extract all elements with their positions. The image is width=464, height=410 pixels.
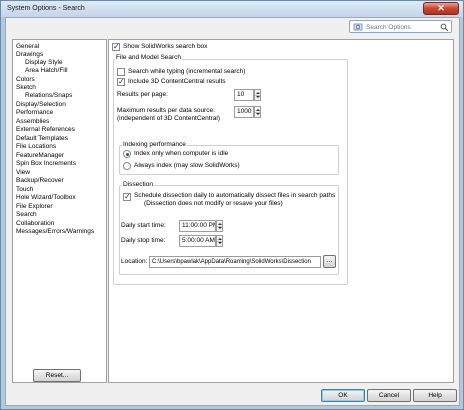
search-options-icon (353, 23, 363, 31)
options-tree: General Drawings Display Style Area Hatc… (12, 39, 107, 383)
max-results-label: Maximum results per data source: (117, 107, 215, 114)
max-results-spinner[interactable] (254, 106, 261, 118)
tree-item-sketch[interactable]: Sketch (16, 84, 36, 92)
tree-item-backup-recover[interactable]: Backup/Recover (16, 177, 64, 185)
browse-location-button[interactable]: ... (323, 255, 336, 268)
tree-item-messages-errors-warnings[interactable]: Messages/Errors/Warnings (16, 228, 94, 236)
system-options-window: System Options - Search ✕ General Drawin… (0, 0, 464, 410)
tree-item-external-references[interactable]: External References (16, 126, 75, 134)
tree-item-search[interactable]: Search (16, 211, 37, 219)
results-per-page-spinner[interactable] (254, 89, 261, 101)
tree-item-display-selection[interactable]: Display/Selection (16, 101, 66, 109)
index-when-idle-radio[interactable] (123, 150, 131, 158)
show-search-box-checkbox[interactable] (112, 42, 120, 51)
max-results-input[interactable]: 1000 (234, 106, 254, 118)
tree-item-touch[interactable]: Touch (16, 186, 33, 194)
tree-item-view[interactable]: View (16, 169, 30, 177)
include-3d-contentcentral-label: Include 3D ContentCentral results (128, 78, 226, 85)
include-3d-contentcentral-checkbox[interactable] (117, 77, 125, 86)
tree-item-relations-snaps[interactable]: Relations/Snaps (25, 92, 72, 100)
stop-time-spinner[interactable] (216, 235, 223, 247)
title-bar: System Options - Search ✕ (1, 1, 463, 17)
tree-item-hole-wizard-toolbox[interactable]: Hole Wizard/Toolbox (16, 194, 76, 202)
tree-item-collaboration[interactable]: Collaboration (16, 220, 54, 228)
tree-item-featuremanager[interactable]: FeatureManager (16, 152, 64, 160)
stop-time-input[interactable]: 5:00:00 AM (179, 235, 216, 247)
location-input[interactable]: C:\Users\bpawlak\AppData\Roaming\SolidWo… (149, 256, 321, 268)
location-label: Location: (121, 258, 148, 265)
dissection-title: Dissection (122, 181, 154, 189)
start-time-input[interactable]: 11:00:00 PM (179, 220, 216, 232)
results-per-page-input[interactable]: 10 (234, 89, 254, 101)
help-button[interactable]: Help (413, 389, 457, 402)
schedule-dissection-label: Schedule dissection daily to automatical… (134, 192, 336, 199)
tree-item-colors[interactable]: Colors (16, 76, 35, 84)
schedule-dissection-checkbox[interactable] (123, 192, 131, 201)
index-when-idle-label: Index only when computer is idle (134, 150, 229, 157)
dialog-body: General Drawings Display Style Area Hatc… (5, 17, 460, 406)
max-results-sublabel: (independent of 3D ContentCentral) (117, 115, 220, 122)
search-while-typing-checkbox[interactable] (117, 68, 125, 76)
cancel-button[interactable]: Cancel (367, 389, 411, 402)
always-index-label: Always index (may slow SolidWorks) (134, 162, 240, 169)
search-input[interactable] (366, 22, 436, 32)
tree-item-default-templates[interactable]: Default Templates (16, 135, 68, 143)
tree-item-general[interactable]: General (16, 43, 39, 51)
ok-button[interactable]: OK (321, 389, 365, 402)
results-per-page-label: Results per page: (117, 91, 168, 98)
tree-item-performance[interactable]: Performance (16, 109, 53, 117)
schedule-dissection-note: (Dissection does not modify or resave yo… (144, 200, 283, 207)
search-options-box[interactable] (349, 20, 452, 33)
tree-item-assemblies[interactable]: Assemblies (16, 118, 49, 126)
search-dropdown-icon[interactable] (440, 23, 449, 31)
file-model-search-title: File and Model Search (115, 54, 183, 62)
tree-item-area-hatch-fill[interactable]: Area Hatch/Fill (25, 67, 68, 75)
start-time-label: Daily start time: (121, 222, 166, 229)
tree-item-spin-box-increments[interactable]: Spin Box Increments (16, 160, 76, 168)
close-button[interactable]: ✕ (423, 2, 459, 15)
tree-item-display-style[interactable]: Display Style (25, 59, 63, 67)
window-title: System Options - Search (7, 5, 85, 12)
tree-item-file-explorer[interactable]: File Explorer (16, 203, 52, 211)
indexing-performance-title: Indexing performance (122, 141, 187, 149)
stop-time-label: Daily stop time: (121, 237, 166, 244)
always-index-radio[interactable] (123, 162, 131, 170)
reset-button[interactable]: Reset... (33, 369, 81, 382)
search-while-typing-label: Search while typing (incremental search) (128, 68, 246, 75)
show-search-box-label: Show SolidWorks search box (123, 43, 208, 50)
start-time-spinner[interactable] (216, 220, 223, 232)
tree-item-drawings[interactable]: Drawings (16, 51, 43, 59)
tree-item-file-locations[interactable]: File Locations (16, 143, 56, 151)
search-options-panel: Show SolidWorks search box File and Mode… (108, 39, 454, 383)
